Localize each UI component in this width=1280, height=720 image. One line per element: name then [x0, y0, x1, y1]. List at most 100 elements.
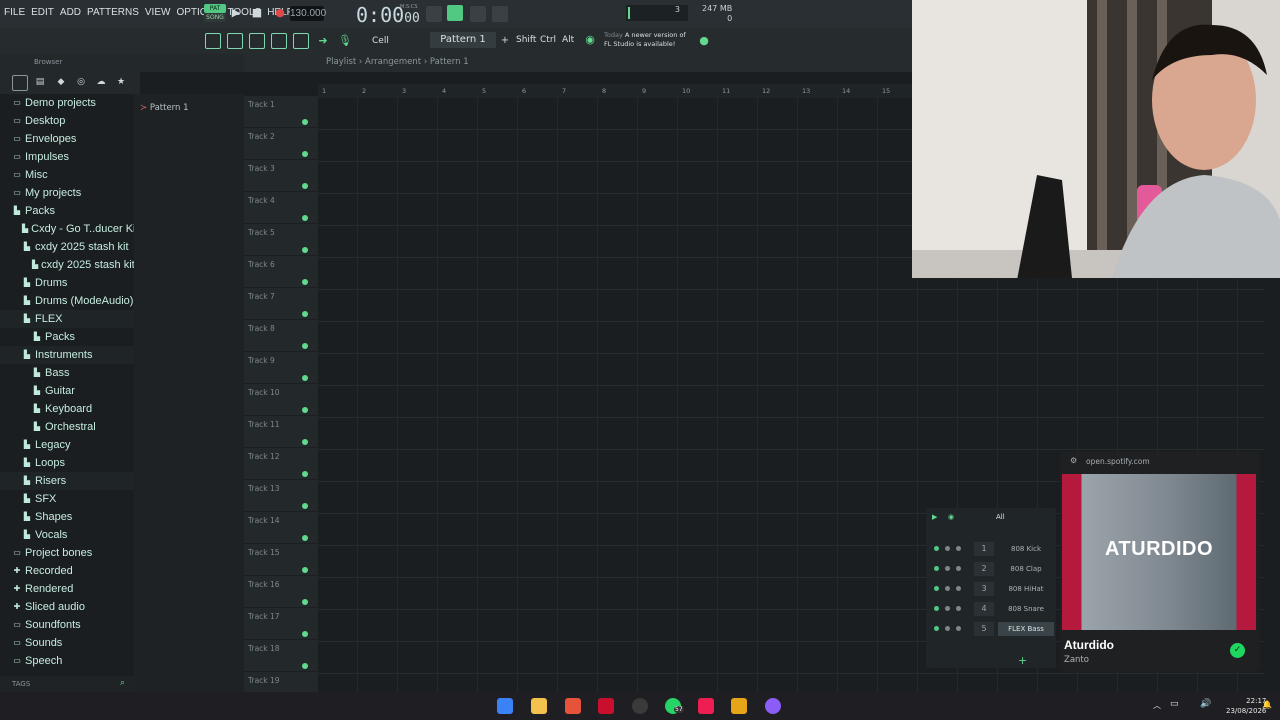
browser-item[interactable]: ▙ Legacy [0, 436, 134, 454]
browser-item[interactable]: ▙ cxdy 2025 stash kit [0, 256, 134, 274]
volume-icon[interactable]: 🔊 [1200, 699, 1211, 709]
channel-mute-led[interactable] [934, 586, 939, 591]
rack-options-icon[interactable]: ◉ [948, 513, 954, 521]
obs-icon[interactable] [632, 698, 648, 714]
channel-mixer-track[interactable]: 3 [974, 582, 994, 596]
piano-roll-icon[interactable] [227, 33, 243, 49]
track-mute-led[interactable] [302, 567, 308, 573]
mixer-icon[interactable] [271, 33, 287, 49]
channel-name-button[interactable]: FLEX Bass [998, 622, 1054, 636]
whatsapp-icon[interactable]: 57 [665, 698, 684, 714]
browser-item[interactable]: ▙ SFX [0, 490, 134, 508]
playlist-ruler[interactable]: 1 2 3 4 5 6 7 8 9 10 11 12 13 14 15 [318, 84, 912, 98]
browser-item[interactable]: ▭ Envelopes [0, 130, 134, 148]
snap-select[interactable]: Cell [360, 34, 412, 48]
channel-filter[interactable]: All [996, 513, 1005, 521]
track-header[interactable]: Track 9 [244, 352, 318, 384]
spotify-mini-player[interactable]: ⚙ open.spotify.com ATURDIDO Aturdido Zan… [1060, 452, 1260, 672]
news-icon[interactable]: ◉ [583, 33, 597, 47]
track-mute-led[interactable] [302, 151, 308, 157]
channel-row[interactable]: 5 FLEX Bass [932, 620, 1056, 638]
add-pattern-icon[interactable]: + [498, 34, 512, 48]
track-mute-led[interactable] [302, 311, 308, 317]
browser-item[interactable]: ▙ Orchestral [0, 418, 134, 436]
track-mute-led[interactable] [302, 247, 308, 253]
channel-mixer-track[interactable]: 5 [974, 622, 994, 636]
search-icon[interactable]: ⌕ [120, 678, 125, 688]
browser-item[interactable]: ✚ Rendered [0, 580, 134, 598]
track-mute-led[interactable] [302, 631, 308, 637]
browser-item[interactable]: ▙ FLEX [0, 310, 134, 328]
menu-view[interactable]: VIEW [145, 7, 171, 18]
pattern-selector[interactable]: Pattern 1 [430, 32, 496, 48]
pat-song-toggle[interactable]: PAT SONG [204, 4, 226, 22]
taskbar-clock[interactable]: 22:17 23/08/2026 [1226, 696, 1266, 716]
channel-row[interactable]: 4 808 Snare [932, 600, 1056, 618]
channel-mixer-track[interactable]: 2 [974, 562, 994, 576]
channel-control-icon[interactable] [956, 546, 961, 551]
browser-item[interactable]: ▙ cxdy 2025 stash kit [0, 238, 134, 256]
channel-control-icon[interactable] [945, 606, 950, 611]
browser-clip-icon[interactable]: ◎ [74, 75, 88, 89]
browser-item[interactable]: ▙ Packs [0, 202, 134, 220]
track-mute-led[interactable] [302, 439, 308, 445]
tiktok-icon[interactable] [698, 698, 714, 714]
channel-mute-led[interactable] [934, 546, 939, 551]
channel-name-button[interactable]: 808 Kick [998, 542, 1054, 556]
fl-studio-icon[interactable] [731, 698, 747, 714]
brave-browser-icon[interactable] [565, 698, 581, 714]
channel-name-button[interactable]: 808 HiHat [998, 582, 1054, 596]
channel-rack-icon[interactable] [249, 33, 265, 49]
browser-item[interactable]: ▭ Impulses [0, 148, 134, 166]
track-header[interactable]: Track 5 [244, 224, 318, 256]
settings-icon[interactable]: ⚙ [1070, 456, 1077, 465]
channel-control-icon[interactable] [945, 586, 950, 591]
track-header[interactable]: Track 6 [244, 256, 318, 288]
file-explorer-icon[interactable] [531, 698, 547, 714]
track-header[interactable]: Track 11 [244, 416, 318, 448]
playlist-icon[interactable] [205, 33, 221, 49]
channel-name-button[interactable]: 808 Snare [998, 602, 1054, 616]
track-mute-led[interactable] [302, 183, 308, 189]
track-header[interactable]: Track 7 [244, 288, 318, 320]
track-mute-led[interactable] [302, 407, 308, 413]
rack-play-icon[interactable]: ▶ [932, 513, 937, 521]
track-mute-led[interactable] [302, 119, 308, 125]
browser-item[interactable]: ▙ Bass [0, 364, 134, 382]
track-header[interactable]: Track 10 [244, 384, 318, 416]
track-header[interactable]: Track 16 [244, 576, 318, 608]
browser-item[interactable]: ▭ My projects [0, 184, 134, 202]
channel-mixer-track[interactable]: 4 [974, 602, 994, 616]
track-header[interactable]: Track 8 [244, 320, 318, 352]
browser-item[interactable]: ▙ Keyboard [0, 400, 134, 418]
browser-item[interactable]: ▙ Shapes [0, 508, 134, 526]
ctrl-key-button[interactable]: Ctrl [540, 35, 556, 45]
track-mute-led[interactable] [302, 535, 308, 541]
track-mute-led[interactable] [302, 663, 308, 669]
track-header[interactable]: Track 1 [244, 96, 318, 128]
metronome-icon[interactable] [492, 6, 508, 22]
microphone-icon[interactable]: 🎙 [338, 34, 352, 48]
discord-icon[interactable] [765, 698, 781, 714]
channel-mute-led[interactable] [934, 606, 939, 611]
stop-button[interactable]: ■ [250, 6, 264, 20]
browser-item[interactable]: ▭ Misc [0, 166, 134, 184]
track-mute-led[interactable] [302, 375, 308, 381]
channel-control-icon[interactable] [945, 546, 950, 551]
app-icon[interactable] [598, 698, 614, 714]
track-mute-led[interactable] [302, 215, 308, 221]
track-header[interactable]: Track 12 [244, 448, 318, 480]
browser-item[interactable]: ▙ Cxdy - Go T..ducer Kit) [0, 220, 134, 238]
loop-record-icon[interactable] [470, 6, 486, 22]
track-header[interactable]: Track 3 [244, 160, 318, 192]
liked-check-icon[interactable]: ✓ [1230, 643, 1245, 658]
globe-icon[interactable]: ● [697, 34, 711, 48]
channel-control-icon[interactable] [956, 626, 961, 631]
browser-item[interactable]: ▭ Speech [0, 652, 134, 670]
menu-add[interactable]: ADD [60, 7, 81, 18]
track-mute-led[interactable] [302, 503, 308, 509]
track-header[interactable]: Track 4 [244, 192, 318, 224]
track-header[interactable]: Track 15 [244, 544, 318, 576]
track-artist[interactable]: Zanto [1064, 655, 1089, 665]
track-title[interactable]: Aturdido [1064, 638, 1114, 652]
